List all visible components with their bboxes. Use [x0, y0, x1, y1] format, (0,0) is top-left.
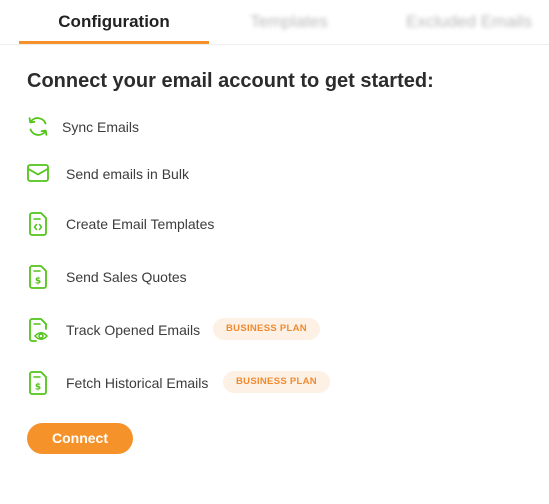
- tab-excluded-emails[interactable]: Excluded Emails: [394, 11, 544, 33]
- active-tab-indicator: [19, 41, 209, 44]
- template-document-icon: [26, 211, 50, 237]
- feature-label: Sync Emails: [62, 119, 140, 135]
- feature-item-track-opened: Track Opened Emails BUSINESS PLAN: [0, 317, 549, 343]
- tab-bar: Configuration Templates Excluded Emails: [0, 0, 549, 45]
- feature-label: Send emails in Bulk: [66, 166, 189, 182]
- feature-item-create-templates: Create Email Templates: [0, 211, 549, 237]
- tab-templates[interactable]: Templates: [214, 11, 364, 33]
- feature-item-send-bulk: Send emails in Bulk: [0, 161, 549, 187]
- feature-item-sync-emails: Sync Emails: [0, 114, 549, 140]
- tracked-document-icon: [26, 317, 50, 343]
- tab-configuration[interactable]: Configuration: [19, 11, 209, 33]
- business-plan-badge: BUSINESS PLAN: [223, 371, 330, 393]
- page-heading: Connect your email account to get starte…: [27, 70, 434, 92]
- feature-item-sales-quotes: $ Send Sales Quotes: [0, 264, 549, 290]
- feature-label: Send Sales Quotes: [66, 269, 187, 285]
- svg-text:$: $: [35, 383, 41, 393]
- envelope-icon: [26, 161, 50, 187]
- feature-label: Fetch Historical Emails: [66, 375, 209, 391]
- feature-item-fetch-historical: $ Fetch Historical Emails BUSINESS PLAN: [0, 370, 549, 396]
- connect-button[interactable]: Connect: [27, 423, 133, 454]
- quote-document-icon: $: [26, 264, 50, 290]
- feature-label: Track Opened Emails: [66, 322, 201, 338]
- sync-icon: [26, 114, 50, 140]
- svg-text:$: $: [35, 277, 41, 287]
- history-document-icon: $: [26, 370, 50, 396]
- business-plan-badge: BUSINESS PLAN: [213, 318, 320, 340]
- feature-label: Create Email Templates: [66, 216, 215, 232]
